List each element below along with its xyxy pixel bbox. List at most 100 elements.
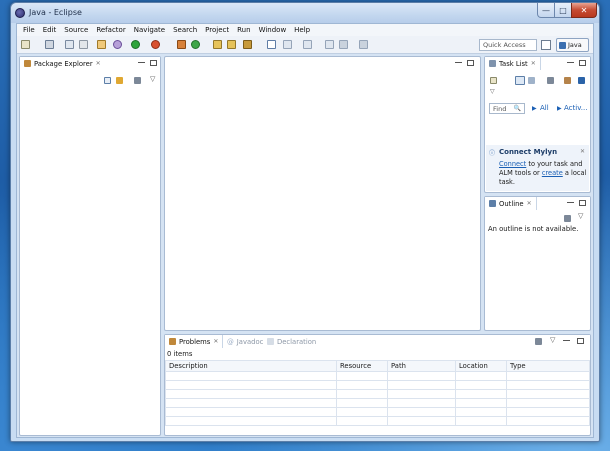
item-count: 0 items — [167, 350, 193, 358]
search-icon: 🔍 — [513, 105, 521, 112]
table-row[interactable] — [165, 416, 590, 426]
save-all-icon[interactable] — [65, 40, 74, 49]
maximize-view-icon[interactable] — [579, 200, 586, 206]
minimize-view-icon[interactable] — [567, 60, 574, 63]
create-link[interactable]: create — [542, 169, 563, 177]
minimize-view-icon[interactable] — [563, 338, 570, 341]
maximize-view-icon[interactable] — [150, 60, 157, 66]
tab-task-list[interactable]: Task List ✕ — [485, 57, 541, 70]
close-button[interactable]: ✕ — [571, 3, 597, 18]
print-icon[interactable] — [79, 40, 88, 49]
link-with-editor-icon[interactable] — [116, 77, 123, 84]
close-icon[interactable]: ✕ — [531, 60, 536, 67]
close-icon[interactable]: ✕ — [213, 338, 218, 345]
connect-link[interactable]: Connect — [499, 160, 526, 168]
problems-table: Description Resource Path Location Type — [165, 360, 590, 426]
menu-edit[interactable]: Edit — [39, 26, 61, 34]
menu-source[interactable]: Source — [60, 26, 92, 34]
find-input[interactable]: Find 🔍 — [489, 103, 525, 114]
run-icon[interactable] — [131, 40, 140, 49]
menu-window[interactable]: Window — [255, 26, 291, 34]
package-explorer-title: Package Explorer — [34, 59, 93, 68]
minimize-button[interactable]: — — [537, 3, 555, 18]
new-class-icon[interactable] — [213, 40, 222, 49]
column-path[interactable]: Path — [387, 360, 456, 372]
categorized-icon[interactable] — [515, 76, 525, 85]
external-tools-icon[interactable] — [151, 40, 160, 49]
menu-project[interactable]: Project — [201, 26, 233, 34]
new-java-project-icon[interactable] — [177, 40, 186, 49]
java-perspective-button[interactable]: Java — [556, 38, 589, 52]
focus-icon[interactable] — [535, 338, 542, 345]
table-row[interactable] — [165, 398, 590, 408]
menu-file[interactable]: File — [19, 26, 39, 34]
maximize-editor-icon[interactable] — [467, 60, 474, 66]
column-resource[interactable]: Resource — [336, 360, 388, 372]
table-row[interactable] — [165, 407, 590, 417]
open-type-icon[interactable] — [97, 40, 106, 49]
close-icon[interactable]: ✕ — [580, 148, 585, 155]
new-task-icon[interactable] — [490, 77, 497, 84]
scheduled-icon[interactable] — [528, 77, 535, 84]
table-row[interactable] — [165, 371, 590, 381]
declaration-icon — [267, 338, 274, 345]
task-list-title: Task List — [499, 59, 528, 68]
focus-icon[interactable] — [134, 77, 141, 84]
menu-run[interactable]: Run — [233, 26, 254, 34]
view-menu-icon[interactable]: ▽ — [490, 88, 495, 95]
maximize-view-icon[interactable] — [577, 338, 584, 344]
new-icon[interactable] — [21, 40, 30, 49]
minimize-editor-icon[interactable] — [455, 60, 462, 63]
tab-javadoc[interactable]: @ Javadoc — [223, 335, 268, 348]
tab-package-explorer[interactable]: Package Explorer ✕ — [20, 57, 105, 70]
maximize-button[interactable]: □ — [554, 3, 572, 18]
outline-icon — [489, 200, 496, 207]
minimize-view-icon[interactable] — [567, 200, 574, 203]
menu-refactor[interactable]: Refactor — [92, 26, 129, 34]
column-location[interactable]: Location — [455, 360, 507, 372]
quick-access-input[interactable]: Quick Access — [479, 39, 537, 51]
filter-all-link[interactable]: All — [540, 104, 549, 112]
editor-area[interactable] — [164, 56, 481, 331]
column-description[interactable]: Description — [165, 360, 337, 372]
package-explorer-panel: Package Explorer ✕ ▽ — [19, 56, 161, 436]
view-menu-icon[interactable]: ▽ — [150, 75, 155, 83]
menu-search[interactable]: Search — [169, 26, 201, 34]
collapse-all-icon[interactable] — [104, 77, 111, 84]
toggle-mark-icon[interactable] — [267, 40, 276, 49]
view-menu-icon[interactable]: ▽ — [550, 336, 555, 344]
forward-icon[interactable] — [359, 40, 368, 49]
title-bar[interactable]: Java - Eclipse — □ ✕ — [11, 3, 599, 23]
column-type[interactable]: Type — [506, 360, 590, 372]
next-annotation-icon[interactable] — [283, 40, 292, 49]
view-menu-icon[interactable]: ▽ — [578, 212, 583, 220]
eclipse-window: Java - Eclipse — □ ✕ File Edit Source Re… — [10, 2, 600, 442]
save-icon[interactable] — [45, 40, 54, 49]
open-perspective-icon[interactable] — [541, 40, 551, 50]
minimize-view-icon[interactable] — [138, 60, 145, 63]
open-folder-icon[interactable] — [227, 40, 236, 49]
focus-icon[interactable] — [547, 77, 554, 84]
table-row[interactable] — [165, 380, 590, 390]
synchronize-icon[interactable] — [564, 77, 571, 84]
task-list-icon — [489, 60, 496, 67]
link-icon[interactable] — [578, 77, 585, 84]
menu-help[interactable]: Help — [290, 26, 314, 34]
debug-icon[interactable] — [113, 40, 122, 49]
tab-problems[interactable]: Problems ✕ — [165, 335, 224, 348]
previous-annotation-icon[interactable] — [303, 40, 312, 49]
last-edit-icon[interactable] — [325, 40, 334, 49]
focus-icon[interactable] — [564, 215, 571, 222]
maximize-view-icon[interactable] — [579, 60, 586, 66]
search-tool-icon[interactable] — [243, 40, 252, 49]
tab-outline[interactable]: Outline ✕ — [485, 197, 537, 210]
close-icon[interactable]: ✕ — [527, 200, 532, 207]
tab-declaration[interactable]: Declaration — [263, 335, 321, 348]
close-icon[interactable]: ✕ — [96, 60, 101, 67]
back-icon[interactable] — [339, 40, 348, 49]
connect-mylyn-title: Connect Mylyn — [499, 148, 558, 156]
new-package-icon[interactable] — [191, 40, 200, 49]
table-row[interactable] — [165, 389, 590, 399]
filter-active-link[interactable]: Activ... — [564, 104, 587, 112]
menu-navigate[interactable]: Navigate — [130, 26, 169, 34]
